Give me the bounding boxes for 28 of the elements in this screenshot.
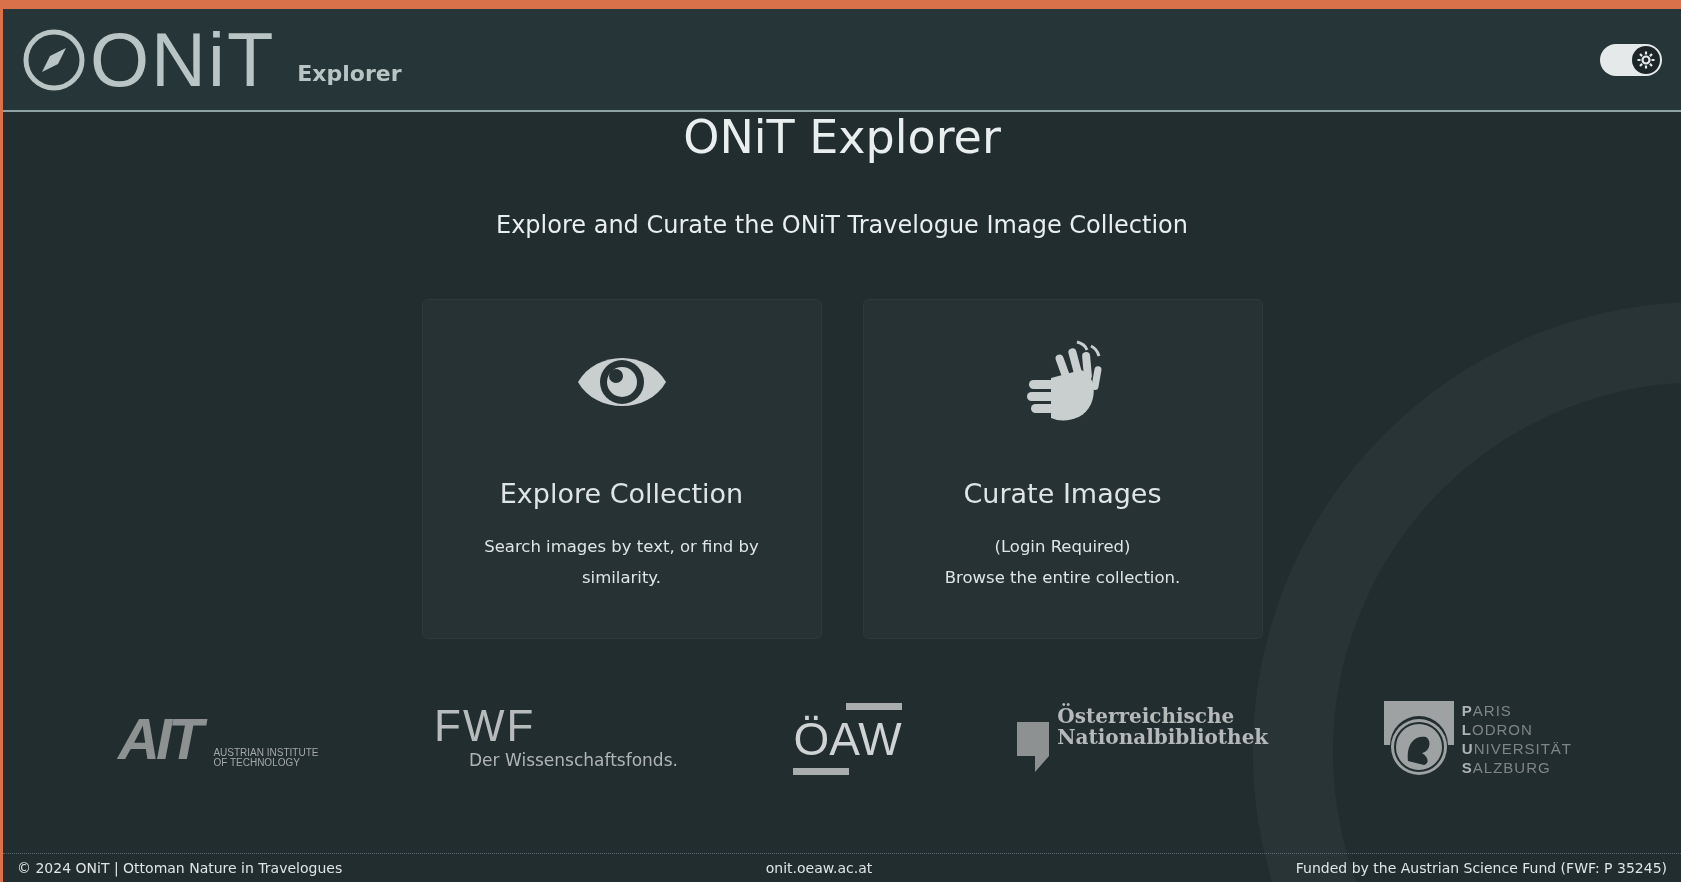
- logo-text: ONiT: [90, 21, 276, 98]
- card-title: Curate Images: [963, 477, 1162, 510]
- card-description: (Login Required): [993, 536, 1132, 558]
- card-description: Browse the entire collection.: [943, 566, 1182, 589]
- card-description: Search images by text, or find by similarity.: [483, 536, 760, 589]
- website-link[interactable]: onit.oeaw.ac.at: [765, 857, 873, 879]
- partner-logo-text: AUSTRIAN INSTITUTE OF TECHNOLOGY: [213, 747, 319, 768]
- app-subtitle: Explorer: [297, 60, 402, 88]
- card-title: Explore Collection: [499, 477, 744, 510]
- compass-logo-icon: [22, 27, 86, 92]
- theme-toggle-switch[interactable]: [1600, 43, 1662, 76]
- partner-logo-mark: ÖAW: [793, 715, 902, 762]
- speech-bubble-logo-icon: [1017, 721, 1050, 772]
- copyright-text: © 2024 ONiT | Ottoman Nature in Travelogues: [17, 858, 343, 879]
- partner-logo-text: PARIS LODRON UNIVERSITÄT SALZBURG: [1461, 700, 1572, 778]
- partner-logo-text: Der Wissenschaftsfonds.: [469, 749, 678, 773]
- funding-text: Funded by the Austrian Science Fund (FWF: P 35245): [1295, 858, 1667, 878]
- feature-card[interactable]: Explore Collection Search images by text, or find by similarity.: [421, 298, 822, 639]
- seal-logo-icon: [1383, 700, 1454, 777]
- feature-card[interactable]: Curate Images (Login Required) Browse the entire collection.: [862, 298, 1263, 639]
- page-title: ONiT Explorer: [683, 112, 1001, 163]
- partner-logo-mark: FWF: [434, 704, 537, 749]
- logo-bar: [793, 767, 850, 775]
- partner-logo-mark: AIT: [112, 704, 210, 774]
- partner-logo-text: Österreichische Nationalbibliothek: [1057, 705, 1269, 748]
- logo-bar: [845, 702, 902, 710]
- page-tagline: Explore and Curate the ONiT Travelogue Image Collection: [496, 209, 1188, 241]
- settings-icon: [1636, 49, 1656, 70]
